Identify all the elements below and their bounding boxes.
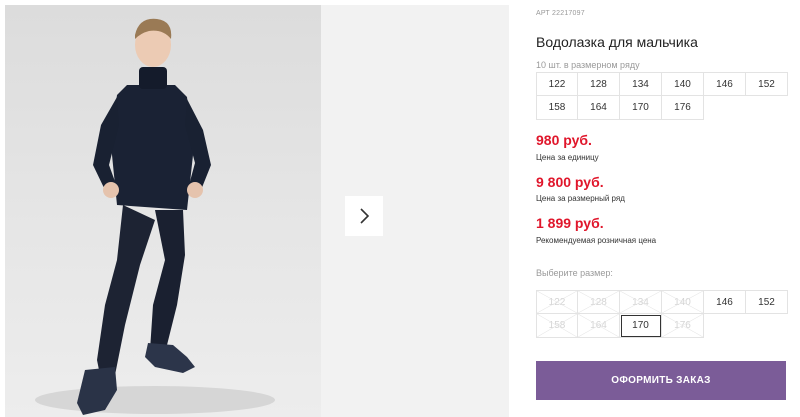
pack-size-cell: 140 bbox=[662, 72, 704, 96]
pack-size-cell: 152 bbox=[746, 72, 788, 96]
chevron-right-icon bbox=[360, 208, 370, 224]
size-option-unavailable: 176 bbox=[662, 314, 704, 338]
place-order-button[interactable]: ОФОРМИТЬ ЗАКАЗ bbox=[536, 361, 786, 400]
size-option-unavailable: 122 bbox=[536, 290, 578, 314]
pack-size-cell: 164 bbox=[578, 96, 620, 120]
retail-price: 1 899 руб. bbox=[536, 215, 604, 231]
pack-size-cell: 170 bbox=[620, 96, 662, 120]
pack-size-note: 10 шт. в размерном ряду bbox=[536, 60, 640, 70]
size-option-unavailable: 164 bbox=[578, 314, 620, 338]
pack-size-grid: 122 128 134 140 146 152 158 164 170 176 bbox=[536, 72, 788, 120]
product-sku: АРТ 22217097 bbox=[536, 10, 585, 17]
pack-size-cell: 122 bbox=[536, 72, 578, 96]
size-option[interactable]: 152 bbox=[746, 290, 788, 314]
size-picker: 122 128 134 140 146 152 158 164 170 176 bbox=[536, 290, 788, 338]
product-title: Водолазка для мальчика bbox=[536, 34, 698, 50]
size-option-unavailable: 128 bbox=[578, 290, 620, 314]
product-gallery bbox=[0, 0, 509, 417]
next-photo-button[interactable] bbox=[345, 196, 383, 236]
pack-price-label: Цена за размерный ряд bbox=[536, 194, 625, 203]
boy-in-turtleneck-image bbox=[35, 18, 275, 415]
size-option-unavailable: 158 bbox=[536, 314, 578, 338]
size-option[interactable]: 146 bbox=[704, 290, 746, 314]
unit-price-label: Цена за единицу bbox=[536, 153, 599, 162]
pack-size-cell: 146 bbox=[704, 72, 746, 96]
unit-price: 980 руб. bbox=[536, 132, 592, 148]
pack-size-cell: 158 bbox=[536, 96, 578, 120]
product-details: АРТ 22217097 Водолазка для мальчика 10 ш… bbox=[536, 0, 800, 417]
pack-size-cell: 134 bbox=[620, 72, 662, 96]
pack-price: 9 800 руб. bbox=[536, 174, 604, 190]
size-option-unavailable: 140 bbox=[662, 290, 704, 314]
retail-price-label: Рекомендуемая розничная цена bbox=[536, 236, 657, 245]
pack-size-cell: 128 bbox=[578, 72, 620, 96]
size-option-selected[interactable]: 170 bbox=[620, 314, 662, 338]
product-photo bbox=[5, 5, 321, 417]
choose-size-label: Выберите размер: bbox=[536, 268, 613, 278]
size-option-unavailable: 134 bbox=[620, 290, 662, 314]
pack-size-cell: 176 bbox=[662, 96, 704, 120]
